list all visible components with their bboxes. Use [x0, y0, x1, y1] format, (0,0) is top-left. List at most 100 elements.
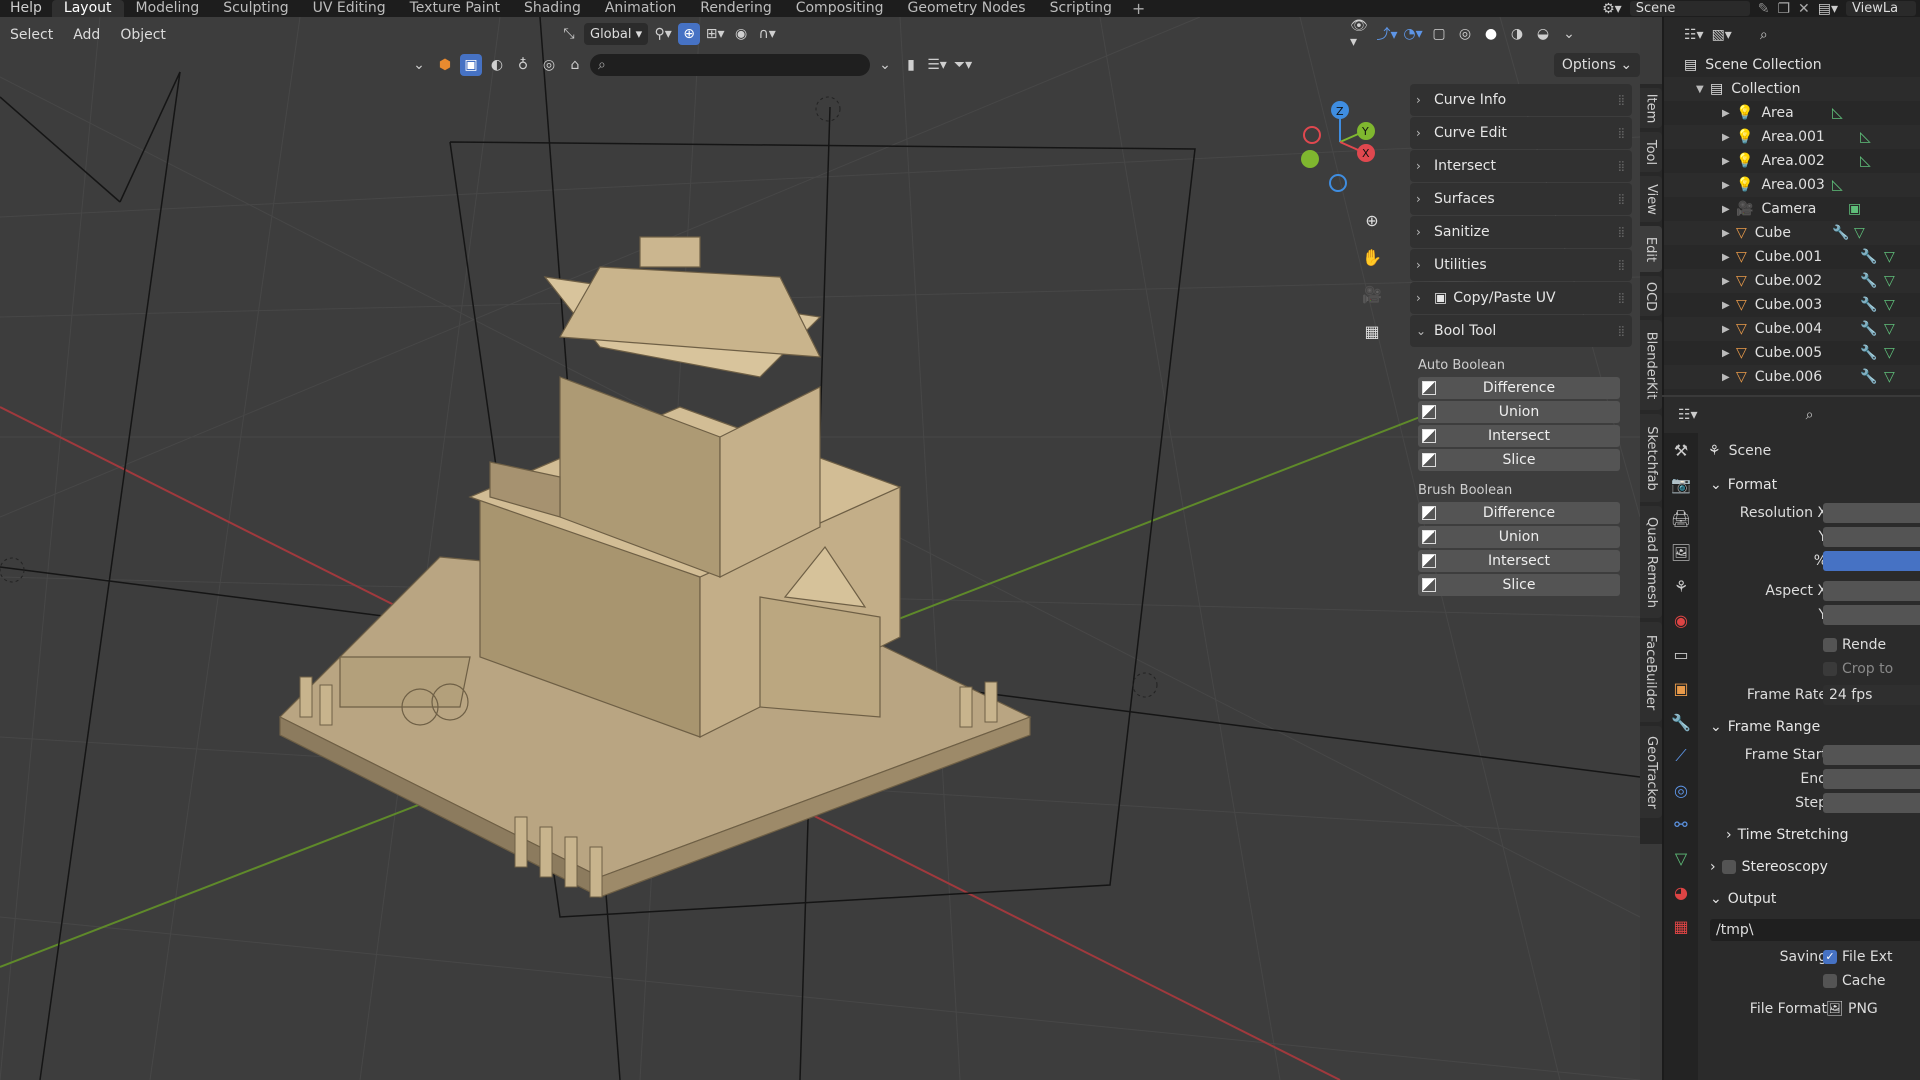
particles-icon[interactable]: ⟋	[1664, 739, 1698, 773]
expand-right-icon[interactable]: ▶	[1722, 276, 1736, 287]
data-icon[interactable]: ▽	[1664, 841, 1698, 875]
scene-selector[interactable]: Scene	[1629, 1, 1750, 16]
tab-view[interactable]: View	[1640, 176, 1662, 222]
tab-sculpting[interactable]: Sculpting	[211, 0, 300, 17]
tab-modeling[interactable]: Modeling	[124, 0, 212, 17]
list-item[interactable]: ▶ ▽ Cube.004 🔧 ▽	[1664, 317, 1920, 341]
render-icon[interactable]: 📷	[1664, 467, 1698, 501]
list-item[interactable]: ▶ 💡 Area ◺	[1664, 101, 1920, 125]
panel-curve-info[interactable]: › Curve Info ⣿	[1410, 84, 1632, 116]
tab-edit[interactable]: Edit	[1640, 226, 1662, 272]
list-item[interactable]: ▶ ▽ Cube.001 🔧 ▽	[1664, 245, 1920, 269]
view-layer-icon[interactable]: 🖼	[1664, 535, 1698, 569]
brush-difference-button[interactable]: Difference	[1418, 502, 1620, 524]
xray-icon[interactable]: ▢	[1428, 23, 1450, 45]
search-input[interactable]: ⌕	[590, 54, 870, 76]
scene-icon[interactable]: ⚘	[1664, 569, 1698, 603]
grip-icon[interactable]: ⣿	[1618, 128, 1625, 139]
panel-utilities[interactable]: › Utilities ⣿	[1410, 249, 1632, 281]
expand-right-icon[interactable]: ▶	[1722, 180, 1736, 191]
tab-geometry-nodes[interactable]: Geometry Nodes	[895, 0, 1037, 17]
visibility-icon[interactable]: 👁▾	[1350, 18, 1372, 50]
tool-icon[interactable]: ⚒	[1664, 433, 1698, 467]
resolution-x-field[interactable]	[1823, 503, 1920, 523]
frame-start-field[interactable]	[1823, 745, 1920, 765]
search-icon[interactable]: ⌕	[1806, 407, 1814, 423]
panel-bool-tool[interactable]: ⌄ Bool Tool ⣿	[1410, 315, 1632, 347]
falloff-icon[interactable]: ∩▾	[756, 23, 778, 45]
world-icon[interactable]: ◉	[1664, 603, 1698, 637]
render-region-checkbox[interactable]	[1823, 638, 1837, 652]
modifier-icon[interactable]: 🔧	[1664, 705, 1698, 739]
expand-right-icon[interactable]: ▶	[1722, 348, 1736, 359]
filter-icon[interactable]: ⏷▾	[952, 54, 974, 76]
resolution-percent-field[interactable]	[1823, 551, 1920, 571]
options-dropdown[interactable]: Options ⌄	[1554, 53, 1640, 77]
expand-right-icon[interactable]: ▶	[1722, 300, 1736, 311]
world-icon[interactable]: ◎	[538, 54, 560, 76]
shading-solid-icon[interactable]: ◐	[486, 54, 508, 76]
pivot-icon[interactable]: ⚲▾	[652, 23, 674, 45]
aspect-y-field[interactable]	[1823, 605, 1920, 625]
overlay-icon[interactable]: ♁	[512, 54, 534, 76]
grip-icon[interactable]: ⣿	[1618, 95, 1625, 106]
tab-ocd[interactable]: OCD	[1640, 276, 1662, 316]
filter-view-icon[interactable]: ▧▾	[1712, 27, 1732, 43]
gizmo-icon[interactable]: ⤴▾	[1376, 23, 1398, 45]
chevron-down-icon[interactable]: ⌄	[408, 54, 430, 76]
editor-type-icon[interactable]: ☷▾	[1678, 407, 1698, 423]
camera-view-icon[interactable]: 🎥	[1357, 279, 1387, 309]
list-item[interactable]: ▶ ▽ Cube.003 🔧 ▽	[1664, 293, 1920, 317]
scene-browse-icon[interactable]: ⚙▾	[1602, 1, 1622, 17]
grip-icon[interactable]: ⣿	[1618, 293, 1625, 304]
tab-compositing[interactable]: Compositing	[784, 0, 896, 17]
tab-texture-paint[interactable]: Texture Paint	[398, 0, 512, 17]
pin-icon[interactable]: ✎	[1758, 1, 1770, 17]
list-item[interactable]: ▶ 💡 Area.002 ◺	[1664, 149, 1920, 173]
material-preview-icon[interactable]: ◑	[1506, 23, 1528, 45]
scene-collection-row[interactable]: ▤ Scene Collection	[1664, 53, 1920, 77]
auto-difference-button[interactable]: Difference	[1418, 377, 1620, 399]
cache-checkbox[interactable]	[1823, 974, 1837, 988]
brush-union-button[interactable]: Union	[1418, 526, 1620, 548]
tab-rendering[interactable]: Rendering	[688, 0, 784, 17]
resolution-y-field[interactable]	[1823, 527, 1920, 547]
collection-icon[interactable]: ▭	[1664, 637, 1698, 671]
asset-icon[interactable]: ⌂	[564, 54, 586, 76]
menu-object[interactable]: Object	[110, 27, 176, 43]
expand-down-icon[interactable]: ▼	[1696, 84, 1710, 95]
expand-right-icon[interactable]: ▶	[1722, 372, 1736, 383]
tab-sketchfab[interactable]: Sketchfab	[1640, 414, 1662, 502]
panel-sanitize[interactable]: › Sanitize ⣿	[1410, 216, 1632, 248]
shading-dropdown-icon[interactable]: ⌄	[1558, 23, 1580, 45]
snap-toggle-icon[interactable]: ⊕	[678, 23, 701, 45]
frame-end-field[interactable]	[1823, 769, 1920, 789]
panel-copy-paste-uv[interactable]: › ▣ Copy/Paste UV ⣿	[1410, 282, 1632, 314]
object-icon[interactable]: ▣	[1664, 671, 1698, 705]
tab-uv-editing[interactable]: UV Editing	[301, 0, 398, 17]
file-ext-checkbox[interactable]: ✓	[1823, 950, 1837, 964]
stereoscopy-checkbox[interactable]	[1721, 860, 1736, 874]
dropdown-icon[interactable]: ⌄	[874, 54, 896, 76]
tab-geotracker[interactable]: GeoTracker	[1640, 726, 1662, 818]
display-mode-icon[interactable]: ☷▾	[1684, 27, 1704, 43]
grip-icon[interactable]: ⣿	[1618, 260, 1625, 271]
frame-range-section[interactable]: ⌄ Frame Range	[1704, 711, 1920, 743]
view-layer-selector[interactable]: ViewLa	[1846, 1, 1916, 16]
solid-icon[interactable]: ●	[1480, 23, 1502, 45]
tab-shading[interactable]: Shading	[512, 0, 593, 17]
material-icon[interactable]: ◕	[1664, 875, 1698, 909]
stereoscopy-section[interactable]: › Stereoscopy	[1704, 851, 1920, 883]
rendered-icon[interactable]: ◒	[1532, 23, 1554, 45]
select-box-icon[interactable]: ▣	[460, 54, 482, 76]
expand-right-icon[interactable]: ▶	[1722, 108, 1736, 119]
list-item[interactable]: ▶ ▽ Cube 🔧 ▽	[1664, 221, 1920, 245]
perspective-grid-icon[interactable]: ▦	[1357, 316, 1387, 346]
list-item[interactable]: ▶ 💡 Area.001 ◺	[1664, 125, 1920, 149]
tab-quad-remesh[interactable]: Quad Remesh	[1640, 506, 1662, 618]
list-item[interactable]: ▶ ▽ Cube.006 🔧 ▽	[1664, 365, 1920, 389]
format-section[interactable]: ⌄ Format	[1704, 469, 1920, 501]
expand-right-icon[interactable]: ▶	[1722, 132, 1736, 143]
overlays-icon[interactable]: ◔▾	[1402, 23, 1424, 45]
tab-animation[interactable]: Animation	[593, 0, 688, 17]
